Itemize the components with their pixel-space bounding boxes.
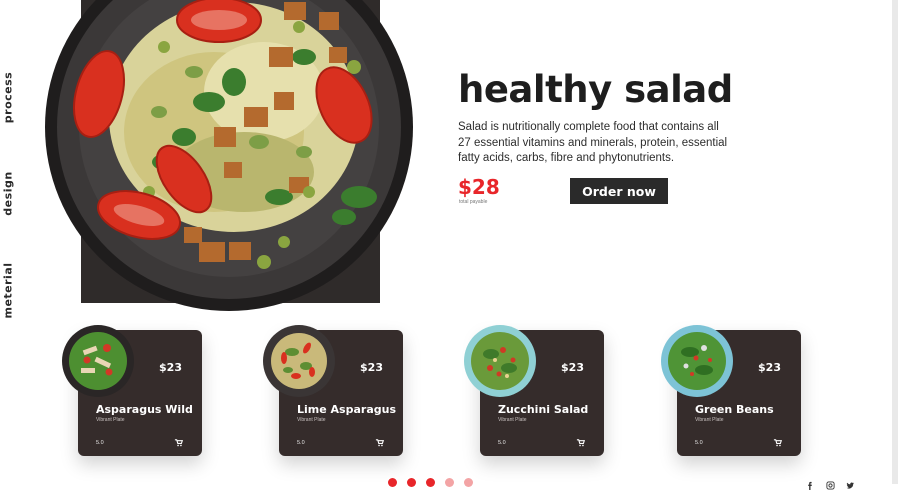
side-nav-item-meterial[interactable]: meterial [2, 261, 15, 321]
pagination [388, 478, 473, 487]
product-subtitle: Vibrant Plate [498, 417, 527, 423]
instagram-icon[interactable] [826, 477, 835, 490]
product-card[interactable]: $23 Lime Asparagus Vibrant Plate 5.0 [263, 325, 403, 456]
product-rating: 5.0 [695, 440, 703, 446]
product-price: $23 [561, 361, 584, 374]
page-right-border [892, 0, 898, 484]
product-name: Asparagus Wild [96, 403, 193, 416]
product-card[interactable]: $23 Asparagus Wild Vibrant Plate 5.0 [62, 325, 202, 456]
cart-icon[interactable] [375, 438, 384, 447]
product-price: $23 [159, 361, 182, 374]
product-plate-image [463, 324, 537, 398]
product-rating: 5.0 [498, 440, 506, 446]
hero-salad-plate-image [44, 0, 414, 312]
pagination-dot[interactable] [445, 478, 454, 487]
pagination-dot[interactable] [426, 478, 435, 487]
product-plate-image [262, 324, 336, 398]
hero-title: healthy salad [458, 68, 733, 111]
order-now-button[interactable]: Order now [570, 178, 668, 204]
cart-icon[interactable] [174, 438, 183, 447]
side-nav-item-process[interactable]: process [2, 68, 15, 128]
pagination-dot[interactable] [388, 478, 397, 487]
side-nav-item-design[interactable]: design [2, 164, 15, 224]
facebook-icon[interactable] [806, 477, 815, 490]
product-subtitle: Vibrant Plate [96, 417, 125, 423]
social-links [806, 477, 855, 490]
pagination-dot[interactable] [407, 478, 416, 487]
product-subtitle: Vibrant Plate [297, 417, 326, 423]
product-card[interactable]: $23 Green Beans Vibrant Plate 5.0 [661, 325, 801, 456]
product-name: Lime Asparagus [297, 403, 396, 416]
hero-description: Salad is nutritionally complete food tha… [458, 121, 728, 164]
product-price: $23 [758, 361, 781, 374]
cart-icon[interactable] [773, 438, 782, 447]
product-plate-image [660, 324, 734, 398]
product-name: Zucchini Salad [498, 403, 589, 416]
product-rating: 5.0 [297, 440, 305, 446]
product-rating: 5.0 [96, 440, 104, 446]
hero-price: $28 [458, 175, 500, 199]
product-plate-image [61, 324, 135, 398]
product-subtitle: Vibrant Plate [695, 417, 724, 423]
product-card[interactable]: $23 Zucchini Salad Vibrant Plate 5.0 [464, 325, 604, 456]
hero-price-note: total payable [459, 199, 488, 205]
twitter-icon[interactable] [846, 477, 855, 489]
product-price: $23 [360, 361, 383, 374]
cart-icon[interactable] [576, 438, 585, 447]
pagination-dot[interactable] [464, 478, 473, 487]
product-name: Green Beans [695, 403, 774, 416]
